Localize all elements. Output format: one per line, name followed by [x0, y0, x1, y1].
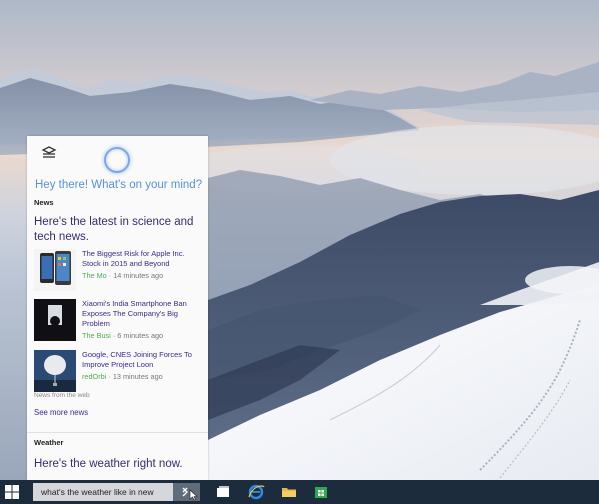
phones-icon [34, 249, 76, 291]
news-item[interactable]: The Biggest Risk for Apple Inc. Stock in… [34, 249, 206, 293]
store-icon[interactable] [312, 483, 330, 501]
news-title[interactable]: Xiaomi's India Smartphone Ban Exposes Th… [82, 299, 204, 329]
news-meta: The Mo · 14 minutes ago [82, 271, 163, 280]
start-icon[interactable] [4, 484, 20, 500]
news-from-web-label: News from the web [34, 392, 90, 399]
cortana-greeting: Hey there! What's on your mind? [35, 179, 203, 191]
news-headline: Here's the latest in science and tech ne… [34, 216, 194, 243]
cortana-logo-icon [104, 147, 130, 173]
news-title[interactable]: Google, CNES Joining Forces To Improve P… [82, 350, 204, 370]
news-time: · 13 minutes ago [106, 372, 163, 381]
file-explorer-icon[interactable] [280, 483, 298, 501]
search-submit-button[interactable] [173, 483, 200, 501]
news-section-label: News [34, 198, 54, 207]
section-divider [27, 432, 208, 433]
internet-explorer-icon[interactable] [247, 483, 265, 501]
weather-headline: Here's the weather right now. [34, 458, 183, 470]
search-go-icon [182, 487, 198, 501]
news-title[interactable]: The Biggest Risk for Apple Inc. Stock in… [82, 249, 204, 269]
cortana-panel: Hey there! What's on your mind? News Her… [27, 136, 208, 480]
search-input[interactable]: what's the weather like in new [33, 483, 173, 501]
weather-section-label: Weather [34, 438, 64, 447]
news-time: · 14 minutes ago [106, 271, 164, 280]
news-source: The Busi [82, 331, 111, 340]
see-more-news-link[interactable]: See more news [34, 408, 88, 417]
taskbar: what's the weather like in new [0, 480, 599, 504]
news-time: · 6 minutes ago [110, 331, 164, 340]
balloon-icon [34, 350, 76, 392]
task-view-icon[interactable] [214, 483, 232, 501]
notebook-menu-icon[interactable] [41, 146, 57, 160]
news-item[interactable]: Xiaomi's India Smartphone Ban Exposes Th… [34, 299, 206, 343]
news-meta: The Busi · 6 minutes ago [82, 331, 163, 340]
news-source: The Mo [82, 271, 107, 280]
news-meta: redOrbi · 13 minutes ago [82, 372, 163, 381]
news-item[interactable]: Google, CNES Joining Forces To Improve P… [34, 350, 206, 394]
news-source: redOrbi [82, 372, 107, 381]
person-silhouette-icon [34, 299, 76, 341]
